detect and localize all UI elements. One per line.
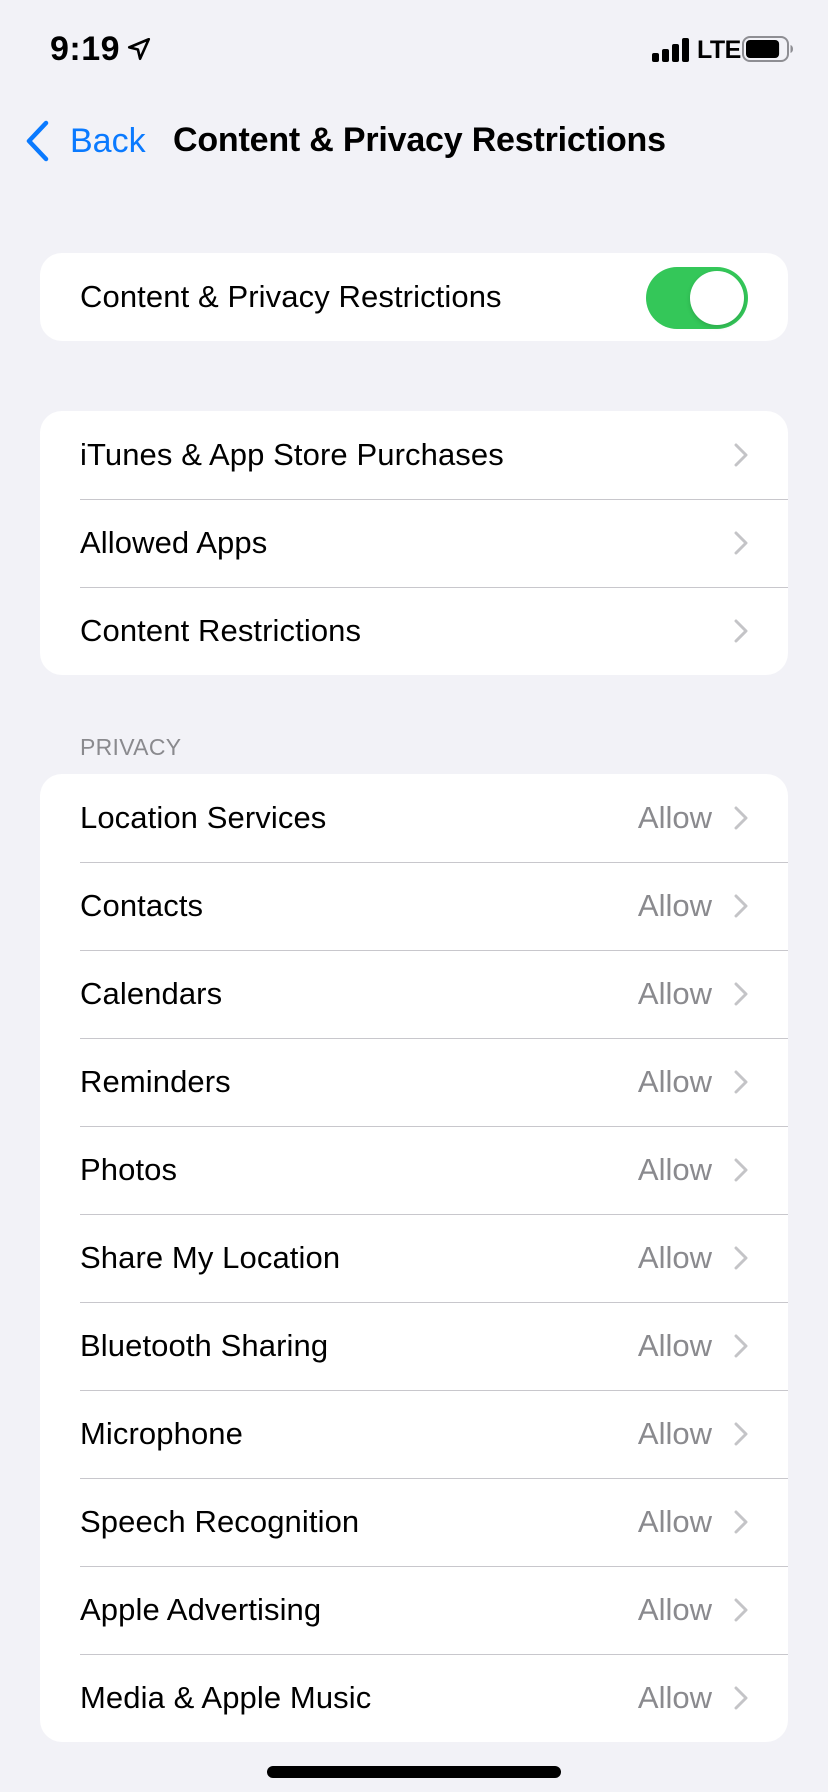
row-label: Calendars bbox=[80, 976, 223, 1011]
list-item-itunes-app-store-purchases[interactable]: iTunes & App Store Purchases bbox=[40, 411, 788, 499]
chevron-right-icon bbox=[734, 806, 748, 830]
list-item-contacts[interactable]: Contacts Allow bbox=[40, 862, 788, 950]
list-item-allowed-apps[interactable]: Allowed Apps bbox=[40, 499, 788, 587]
row-label: Contacts bbox=[80, 888, 204, 923]
chevron-right-icon bbox=[734, 1686, 748, 1710]
list-item-reminders[interactable]: Reminders Allow bbox=[40, 1038, 788, 1126]
chevron-right-icon bbox=[734, 1158, 748, 1182]
navigation-bar: Back Content & Privacy Restrictions bbox=[0, 100, 828, 180]
back-button[interactable]: Back bbox=[22, 118, 146, 164]
chevron-right-icon bbox=[734, 894, 748, 918]
list-item-calendars[interactable]: Calendars Allow bbox=[40, 950, 788, 1038]
row-value: Allow bbox=[637, 888, 712, 923]
chevron-right-icon bbox=[734, 1334, 748, 1358]
list-item-photos[interactable]: Photos Allow bbox=[40, 1126, 788, 1214]
status-time: 9:19 bbox=[50, 30, 121, 68]
master-toggle-card: Content & Privacy Restrictions bbox=[40, 253, 788, 341]
chevron-left-icon bbox=[26, 120, 49, 162]
list-item-content-restrictions[interactable]: Content Restrictions bbox=[40, 587, 788, 675]
chevron-right-icon bbox=[734, 1422, 748, 1446]
row-value: Allow bbox=[637, 1592, 712, 1627]
chevron-right-icon bbox=[734, 1510, 748, 1534]
row-value: Allow bbox=[637, 1240, 712, 1275]
home-indicator[interactable] bbox=[267, 1766, 561, 1778]
screen: 9:19 LTE Back Content & Privacy Restrict… bbox=[0, 0, 828, 1792]
list-item-location-services[interactable]: Location Services Allow bbox=[40, 774, 788, 862]
row-label: iTunes & App Store Purchases bbox=[80, 437, 504, 472]
row-label: Apple Advertising bbox=[80, 1592, 322, 1627]
row-value: Allow bbox=[637, 800, 712, 835]
section-header-privacy: PRIVACY bbox=[80, 734, 182, 760]
row-label: Content Restrictions bbox=[80, 613, 362, 648]
network-type: LTE bbox=[697, 36, 741, 64]
list-item-microphone[interactable]: Microphone Allow bbox=[40, 1390, 788, 1478]
row-label: Bluetooth Sharing bbox=[80, 1328, 329, 1363]
back-label: Back bbox=[70, 121, 146, 160]
row-label: Reminders bbox=[80, 1064, 231, 1099]
master-toggle-row: Content & Privacy Restrictions bbox=[40, 253, 788, 341]
toggle-knob bbox=[690, 271, 744, 325]
row-value: Allow bbox=[637, 1416, 712, 1451]
row-label: Share My Location bbox=[80, 1240, 341, 1275]
chevron-right-icon bbox=[734, 1598, 748, 1622]
row-label: Media & Apple Music bbox=[80, 1680, 372, 1715]
content-privacy-toggle[interactable] bbox=[646, 267, 748, 329]
chevron-right-icon bbox=[734, 619, 748, 643]
list-item-share-my-location[interactable]: Share My Location Allow bbox=[40, 1214, 788, 1302]
list-item-bluetooth-sharing[interactable]: Bluetooth Sharing Allow bbox=[40, 1302, 788, 1390]
list-item-apple-advertising[interactable]: Apple Advertising Allow bbox=[40, 1566, 788, 1654]
chevron-right-icon bbox=[734, 1246, 748, 1270]
row-value: Allow bbox=[637, 1504, 712, 1539]
chevron-right-icon bbox=[734, 1070, 748, 1094]
row-label: Location Services bbox=[80, 800, 327, 835]
row-value: Allow bbox=[637, 1064, 712, 1099]
chevron-right-icon bbox=[734, 443, 748, 467]
status-bar: 9:19 LTE bbox=[0, 0, 828, 100]
cellular-signal-icon bbox=[652, 38, 689, 62]
location-arrow-icon bbox=[127, 37, 151, 61]
privacy-group: Location Services Allow Contacts Allow Calen… bbox=[40, 774, 788, 1742]
chevron-right-icon bbox=[734, 531, 748, 555]
chevron-right-icon bbox=[734, 982, 748, 1006]
row-label: Allowed Apps bbox=[80, 525, 268, 560]
page-title: Content & Privacy Restrictions bbox=[173, 121, 666, 159]
row-value: Allow bbox=[637, 1152, 712, 1187]
row-label: Photos bbox=[80, 1152, 178, 1187]
row-value: Allow bbox=[637, 976, 712, 1011]
row-value: Allow bbox=[637, 1680, 712, 1715]
row-value: Allow bbox=[637, 1328, 712, 1363]
battery-icon bbox=[742, 36, 793, 62]
row-label: Speech Recognition bbox=[80, 1504, 360, 1539]
list-item-speech-recognition[interactable]: Speech Recognition Allow bbox=[40, 1478, 788, 1566]
row-label: Microphone bbox=[80, 1416, 243, 1451]
restrictions-group: iTunes & App Store Purchases Allowed App… bbox=[40, 411, 788, 675]
list-item-media-and-apple-music[interactable]: Media & Apple Music Allow bbox=[40, 1654, 788, 1742]
